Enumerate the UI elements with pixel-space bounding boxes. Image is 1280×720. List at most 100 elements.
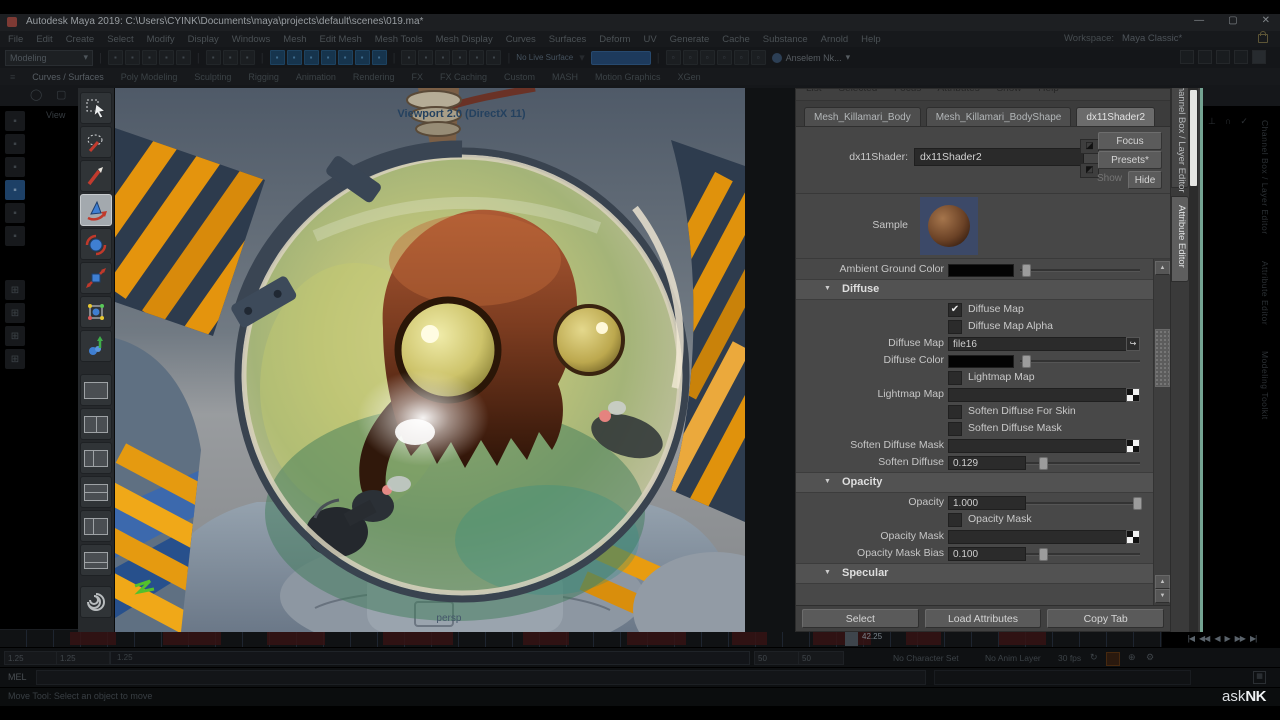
- scale-tool[interactable]: [80, 262, 112, 294]
- remap-icon[interactable]: ↪: [1126, 337, 1140, 351]
- text-field-opacity-mask[interactable]: [948, 530, 1130, 544]
- loop-playback-icon[interactable]: ↻: [1090, 652, 1098, 663]
- select-hierarchy-icon[interactable]: ▪: [206, 50, 221, 65]
- universal-manipulator-tool[interactable]: [80, 296, 112, 328]
- dock-tab-attribute-editor[interactable]: Attribute Editor: [1171, 196, 1189, 282]
- move-tool[interactable]: [80, 194, 112, 226]
- scroll-up-icon[interactable]: ▲: [1155, 261, 1170, 275]
- menu-select[interactable]: Select: [107, 34, 133, 45]
- slider-opacity[interactable]: [1026, 502, 1140, 505]
- playback-button[interactable]: ◀: [1214, 634, 1219, 643]
- slider-soften-diffuse[interactable]: [1026, 462, 1140, 465]
- menu-display[interactable]: Display: [188, 34, 219, 45]
- section-opacity[interactable]: ▼Opacity: [796, 472, 1153, 493]
- menu-uv[interactable]: UV: [643, 34, 656, 45]
- output-connections-icon[interactable]: ▪: [435, 50, 450, 65]
- menu-edit[interactable]: Edit: [36, 34, 52, 45]
- input-connection-icon[interactable]: ◪: [1080, 139, 1099, 154]
- sidebar-toggle-icon[interactable]: [1234, 50, 1248, 64]
- maximize-button[interactable]: ▢: [1228, 15, 1237, 26]
- color-swatch-ambient-ground-color[interactable]: [948, 264, 1014, 277]
- fps-dropdown[interactable]: 30 fps: [1058, 653, 1081, 663]
- input-connections-icon[interactable]: ▪: [418, 50, 433, 65]
- construction-history-icon[interactable]: ▪: [401, 50, 416, 65]
- light-editor-icon[interactable]: ▫: [734, 50, 749, 65]
- menu-curves[interactable]: Curves: [506, 34, 536, 45]
- layout-outliner-icon[interactable]: ⊞: [5, 349, 25, 369]
- show-button[interactable]: Show: [1097, 173, 1122, 184]
- layout-four-icon[interactable]: ⊞: [5, 303, 25, 323]
- minimize-button[interactable]: —: [1194, 15, 1204, 26]
- copy-tab-button[interactable]: Copy Tab: [1047, 609, 1164, 628]
- snap-plane-icon[interactable]: ▪: [338, 50, 353, 65]
- anim-eval-icon[interactable]: ▪: [452, 50, 467, 65]
- shelf-tab-mash[interactable]: MASH: [552, 72, 578, 82]
- render-eval-icon[interactable]: ▪: [469, 50, 484, 65]
- shelf-tab-animation[interactable]: Animation: [296, 72, 336, 82]
- paint-select-tool[interactable]: [80, 160, 112, 192]
- menu-substance[interactable]: Substance: [763, 34, 808, 45]
- checker-map-icon[interactable]: [1126, 388, 1140, 402]
- playback-button[interactable]: ▶▶: [1235, 634, 1245, 643]
- shelf-tab-poly-modeling[interactable]: Poly Modeling: [121, 72, 178, 82]
- menu-create[interactable]: Create: [66, 34, 95, 45]
- dock-tab-channel-box-layer-editor[interactable]: Channel Box / Layer Editor: [1260, 120, 1270, 235]
- text-field-lightmap-map[interactable]: [948, 388, 1130, 402]
- lock-selection-icon[interactable]: ▪: [372, 50, 387, 65]
- checkbox-lightmap-map[interactable]: [948, 371, 962, 385]
- script-editor-icon[interactable]: ▦: [1253, 671, 1266, 684]
- checker-map-icon[interactable]: [1126, 530, 1140, 544]
- mel-toggle[interactable]: MEL: [8, 672, 27, 682]
- ae-tab-dx11shader2[interactable]: dx11Shader2: [1076, 107, 1155, 126]
- shelf-tab-curves-surfaces[interactable]: Curves / Surfaces: [32, 72, 104, 82]
- sidebar-toggle-icon[interactable]: [1216, 50, 1230, 64]
- layout-split-icon[interactable]: ⊞: [5, 326, 25, 346]
- number-field-soften-diffuse[interactable]: 0.129: [948, 456, 1026, 470]
- menu-modify[interactable]: Modify: [147, 34, 175, 45]
- scroll-down-icon[interactable]: ▼: [1155, 589, 1170, 603]
- menu-generate[interactable]: Generate: [670, 34, 710, 45]
- dock-tab-attribute-editor[interactable]: Attribute Editor: [1260, 261, 1270, 325]
- select-tool-icon[interactable]: ▪: [5, 111, 25, 131]
- editor-scrollbar-thumb[interactable]: [1190, 90, 1197, 186]
- dock-tab-modeling-toolkit[interactable]: Modeling Toolkit: [1260, 351, 1270, 420]
- layout-two-pane-side[interactable]: [80, 442, 112, 474]
- auto-keyframe-toggle[interactable]: [1106, 652, 1120, 666]
- slider-thumb[interactable]: [1039, 548, 1048, 561]
- menu-mesh[interactable]: Mesh: [283, 34, 306, 45]
- text-field-diffuse-map[interactable]: file16: [948, 337, 1130, 351]
- sidebar-toggle-icon[interactable]: [1180, 50, 1194, 64]
- shelf-tab-motion-graphics[interactable]: Motion Graphics: [595, 72, 661, 82]
- attributes-scrollbar[interactable]: ▲ ▲ ▼: [1153, 259, 1170, 605]
- number-field-opacity-mask-bias[interactable]: 0.100: [948, 547, 1026, 561]
- sidebar-toggle-icon[interactable]: [1198, 50, 1212, 64]
- command-input[interactable]: [36, 670, 926, 685]
- menu-help[interactable]: Help: [861, 34, 881, 45]
- shelf-tab-rigging[interactable]: Rigging: [248, 72, 279, 82]
- animation-end-field[interactable]: 50: [798, 651, 844, 665]
- slider-opacity-mask-bias[interactable]: [1026, 553, 1140, 556]
- scroll-up-icon[interactable]: ▲: [1155, 575, 1170, 589]
- focus-button[interactable]: Focus: [1098, 132, 1162, 150]
- layout-persp-graph[interactable]: [80, 544, 112, 576]
- slider-thumb[interactable]: [1039, 457, 1048, 470]
- account-menu[interactable]: Anselem Nk... ▾: [772, 52, 851, 63]
- playback-button[interactable]: ▶: [1225, 634, 1230, 643]
- slider-diffuse-color[interactable]: [1020, 360, 1140, 363]
- move-tool-icon[interactable]: ▪: [5, 180, 25, 200]
- nurbs-sphere-icon[interactable]: ◯: [30, 88, 42, 101]
- ipr-render-icon[interactable]: ▫: [683, 50, 698, 65]
- layout-four-pane[interactable]: [80, 408, 112, 440]
- playback-end-field[interactable]: 50: [754, 651, 800, 665]
- menu-arnold[interactable]: Arnold: [821, 34, 848, 45]
- snap-point-icon[interactable]: ▪: [304, 50, 319, 65]
- curve-icon[interactable]: ∩: [1225, 116, 1231, 127]
- shelf-tab-fx-caching[interactable]: FX Caching: [440, 72, 487, 82]
- select-object-icon[interactable]: ▪: [223, 50, 238, 65]
- animation-preferences-icon[interactable]: ⊕: [1128, 652, 1136, 663]
- dock-tab-channel-box-layer-editor[interactable]: Channel Box / Layer Editor: [1171, 88, 1189, 188]
- menu-file[interactable]: File: [8, 34, 23, 45]
- soft-modification-tool[interactable]: [80, 330, 112, 362]
- panel-menu-view[interactable]: View: [46, 110, 65, 120]
- shelf-tab-fx[interactable]: FX: [411, 72, 423, 82]
